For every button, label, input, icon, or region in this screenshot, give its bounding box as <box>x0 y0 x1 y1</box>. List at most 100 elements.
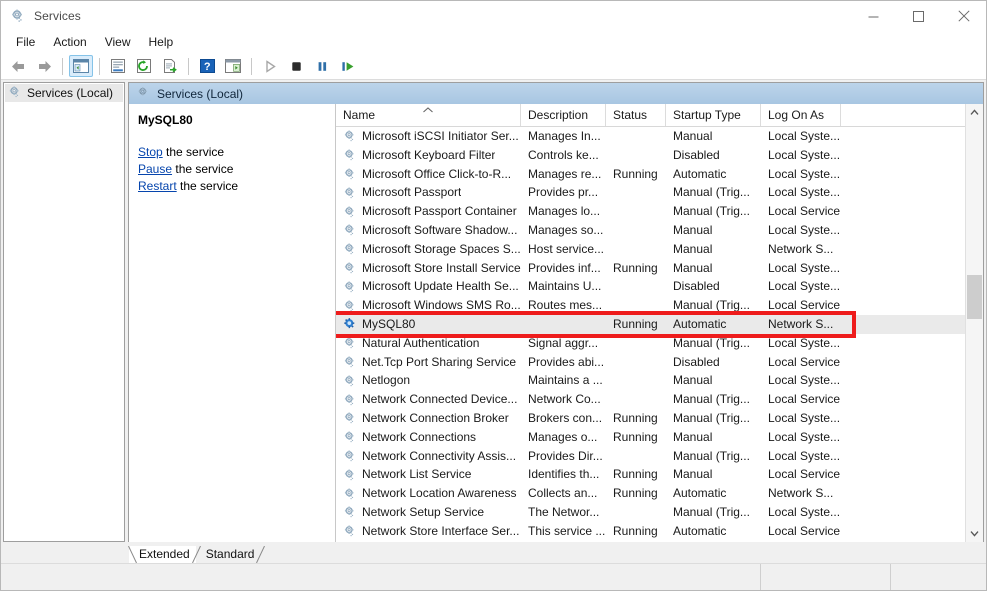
menu-action[interactable]: Action <box>44 32 95 52</box>
show-hide-console-tree-icon[interactable] <box>69 55 93 77</box>
cell-startup: Manual (Trig... <box>673 448 750 463</box>
cell-status: Running <box>613 166 658 181</box>
cell-name: Microsoft Passport <box>336 183 521 202</box>
cell-logon: Local Syste... <box>768 373 841 388</box>
restart-service-icon[interactable] <box>336 55 360 77</box>
service-name-label: Microsoft Store Install Service <box>362 260 521 275</box>
table-row[interactable]: Network Connected Device... Network Co...… <box>336 390 965 409</box>
table-row[interactable]: Network Connectivity Assis... Provides Di… <box>336 447 965 466</box>
properties-icon[interactable] <box>106 55 130 77</box>
pane-header: Services (Local) <box>129 83 983 104</box>
cell-name: Net.Tcp Port Sharing Service <box>336 353 521 372</box>
cell-logon: Local Syste... <box>768 410 841 425</box>
cell-description: Manages lo... <box>528 204 601 219</box>
column-header-startup-type[interactable]: Startup Type <box>666 104 761 126</box>
table-row[interactable]: Microsoft Passport Provides pr... Manual (… <box>336 183 965 202</box>
table-row[interactable]: Microsoft Keyboard Filter Controls ke... D… <box>336 146 965 165</box>
cell-status: Running <box>613 410 658 425</box>
pause-service-link[interactable]: Pause <box>138 162 172 176</box>
table-row[interactable]: Natural Authentication Signal aggr... Manu… <box>336 334 965 353</box>
service-name-label: Network Connection Broker <box>362 410 509 425</box>
cell-description: Manages so... <box>528 222 604 237</box>
table-row[interactable]: Microsoft Storage Spaces S... Host servic… <box>336 240 965 259</box>
table-row[interactable]: Microsoft Update Health Se... Maintains U… <box>336 277 965 296</box>
column-header-description[interactable]: Description <box>521 104 606 126</box>
export-list-icon[interactable] <box>158 55 182 77</box>
menu-help[interactable]: Help <box>140 32 183 52</box>
cell-name: Network List Service <box>336 465 521 484</box>
toolbar-separator <box>62 57 63 75</box>
cell-startup: Manual <box>673 222 713 237</box>
table-row[interactable]: Network List Service Identifies th... Runn… <box>336 465 965 484</box>
cell-filler <box>841 522 965 541</box>
show-action-pane-icon[interactable] <box>221 55 245 77</box>
stop-service-icon[interactable] <box>284 55 308 77</box>
table-row[interactable]: Network Connections Manages o... Running Ma… <box>336 428 965 447</box>
table-row[interactable]: Net.Tcp Port Sharing Service Provides abi… <box>336 353 965 372</box>
cell-filler <box>841 465 965 484</box>
scrollbar-thumb[interactable] <box>967 274 982 319</box>
minimize-icon[interactable] <box>851 1 896 31</box>
refresh-icon[interactable] <box>132 55 156 77</box>
table-row[interactable]: Microsoft Office Click-to-R... Manages re… <box>336 165 965 184</box>
table-row[interactable]: Netlogon Maintains a ... Manual Local Syste… <box>336 371 965 390</box>
cell-description: Manages o... <box>528 429 598 444</box>
tree-node-services-local[interactable]: Services (Local) <box>5 84 123 102</box>
cell-startup: Manual (Trig... <box>673 410 750 425</box>
cell-description: Controls ke... <box>528 147 599 162</box>
cell-logon: Local Syste... <box>768 129 841 143</box>
table-row[interactable]: MySQL80 Running Automatic Network S... <box>336 314 965 334</box>
table-row[interactable]: Microsoft iSCSI Initiator Ser... Manages … <box>336 127 965 146</box>
scroll-down-icon[interactable] <box>966 525 983 542</box>
column-header-status[interactable]: Status <box>606 104 666 126</box>
list-vertical-scrollbar[interactable] <box>965 104 983 542</box>
cell-description: Provides inf... <box>528 260 601 275</box>
close-icon[interactable] <box>941 1 986 31</box>
menu-file[interactable]: File <box>7 32 44 52</box>
cell-logon: Local Syste... <box>768 222 841 237</box>
cell-filler <box>841 334 965 353</box>
column-header-log-on-as[interactable]: Log On As <box>761 104 841 126</box>
table-row[interactable]: Network Store Interface Ser... This servi… <box>336 522 965 541</box>
menu-view[interactable]: View <box>96 32 140 52</box>
cell-name: Microsoft Office Click-to-R... <box>336 165 521 184</box>
stop-service-link[interactable]: Stop <box>138 145 163 159</box>
table-row[interactable]: Network Location Awareness Collects an...… <box>336 484 965 503</box>
tab-edge-left <box>128 545 137 564</box>
cell-logon: Local Syste... <box>768 260 841 275</box>
tab-standard[interactable]: Standard <box>196 545 266 564</box>
table-row[interactable]: Microsoft Software Shadow... Manages so..… <box>336 221 965 240</box>
service-name-label: Network Setup Service <box>362 504 485 519</box>
column-header-label: Status <box>613 108 648 122</box>
service-gear-icon <box>343 449 357 463</box>
pause-service-icon[interactable] <box>310 55 334 77</box>
cell-logon: Local Service <box>768 392 841 407</box>
cell-logon: Local Service <box>768 523 841 538</box>
cell-description: Provides Dir... <box>528 448 603 463</box>
table-row[interactable]: Microsoft Store Install Service Provides … <box>336 259 965 278</box>
back-icon[interactable] <box>6 55 30 77</box>
table-row[interactable]: Microsoft Windows SMS Ro... Routes mes...… <box>336 296 965 315</box>
service-gear-icon <box>343 374 357 388</box>
scrollbar-track[interactable] <box>966 121 983 525</box>
help-icon[interactable]: ? <box>195 55 219 77</box>
column-header-name[interactable]: Name <box>336 104 521 126</box>
service-gear-icon <box>343 223 357 237</box>
services-list: Name Description Status Startup Type Log On … <box>336 104 965 542</box>
start-service-icon[interactable] <box>258 55 282 77</box>
forward-icon[interactable] <box>32 55 56 77</box>
table-row[interactable]: Network Setup Service The Networ... Manual… <box>336 503 965 522</box>
restart-service-link[interactable]: Restart <box>138 179 177 193</box>
table-row[interactable]: Microsoft Passport Container Manages lo..… <box>336 202 965 221</box>
cell-name: Microsoft Keyboard Filter <box>336 146 521 165</box>
table-row[interactable]: Network Connection Broker Brokers con... R… <box>336 409 965 428</box>
maximize-icon[interactable] <box>896 1 941 31</box>
scroll-up-icon[interactable] <box>966 104 983 121</box>
cell-logon: Local Syste... <box>768 429 841 444</box>
cell-status: Running <box>613 486 658 501</box>
service-name-label: MySQL80 <box>362 316 416 331</box>
tab-extended[interactable]: Extended <box>128 545 201 564</box>
cell-description: Maintains U... <box>528 279 602 294</box>
tab-standard-label: Standard <box>205 547 255 561</box>
cell-startup: Automatic <box>673 166 727 181</box>
